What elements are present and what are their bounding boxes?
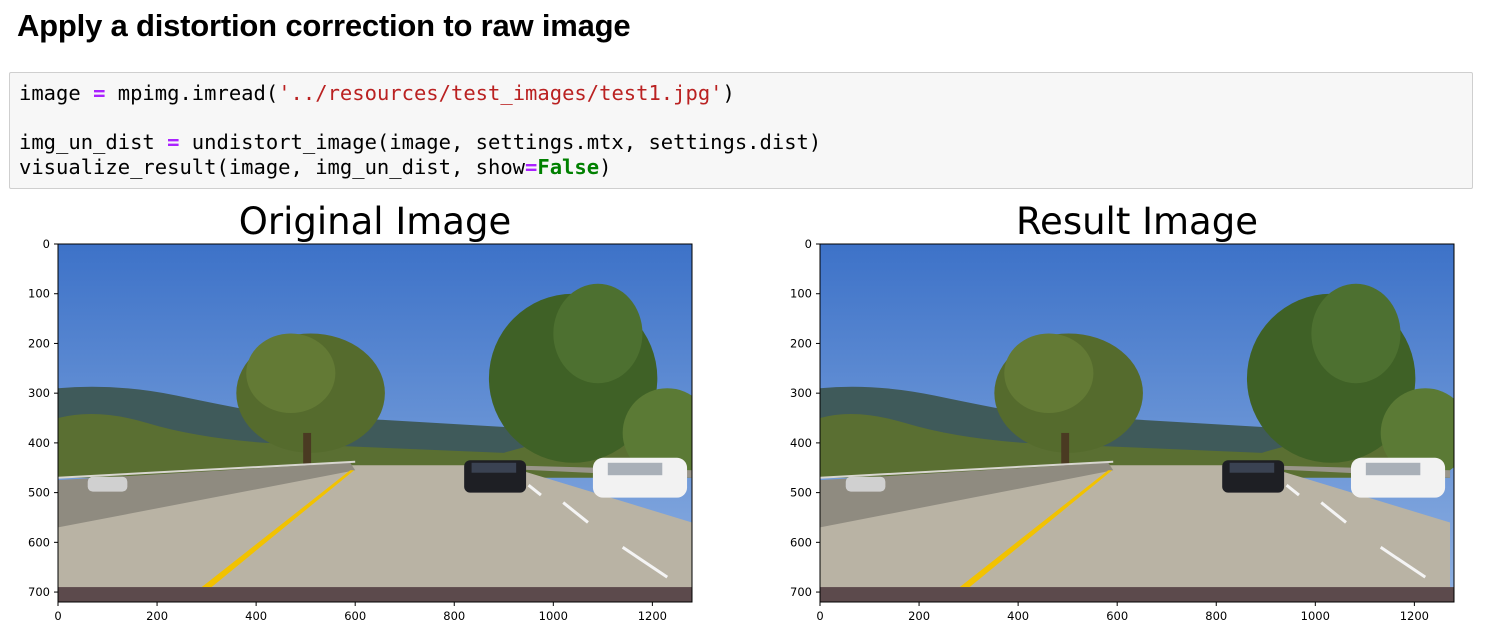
photo [820, 244, 1454, 602]
y-tick-label: 0 [43, 237, 50, 251]
y-tick-label: 300 [28, 386, 50, 400]
image-axes-svg: Result Image 0 200 400 600 800 1000 1200 0 100 200… [790, 200, 1455, 623]
x-tick-label: 1000 [1301, 609, 1330, 623]
code-line-3: visualize_result(image, img_un_dist, sho… [19, 154, 612, 179]
image-axes-svg: Original Image 0 200 400 600 800 1000 1200 0 100 2… [28, 200, 693, 623]
x-tick-label: 400 [245, 609, 267, 623]
car-hood [58, 587, 692, 602]
small-car [87, 476, 128, 492]
y-tick-label: 200 [790, 336, 812, 350]
x-tick-label: 400 [1007, 609, 1029, 623]
black-car-window [471, 462, 517, 473]
result-image-plot: Result Image 0 200 400 600 800 1000 1200 0 100 200… [760, 196, 1487, 636]
small-car [845, 476, 886, 492]
plot-title: Original Image [239, 200, 511, 243]
y-tick-label: 700 [790, 585, 812, 599]
y-tick-label: 600 [790, 535, 812, 549]
y-tick-label: 600 [28, 535, 50, 549]
x-tick-label: 600 [344, 609, 366, 623]
y-tick-label: 300 [790, 386, 812, 400]
x-tick-label: 0 [816, 609, 823, 623]
photo [58, 244, 692, 602]
x-tick-label: 800 [1205, 609, 1227, 623]
tree-right-top [553, 283, 643, 384]
tree-left-top [1004, 333, 1094, 414]
y-tick-label: 400 [28, 436, 50, 450]
x-tick-label: 800 [443, 609, 465, 623]
code-cell[interactable]: image = mpimg.imread('../resources/test_… [9, 72, 1473, 189]
white-car-window [1365, 462, 1421, 476]
page-title: Apply a distortion correction to raw ima… [17, 8, 631, 43]
code-line-2: img_un_dist = undistort_image(image, set… [19, 130, 822, 154]
y-tick-label: 200 [28, 336, 50, 350]
plot-title: Result Image [1016, 200, 1258, 243]
y-tick-label: 100 [790, 287, 812, 301]
y-tick-label: 700 [28, 585, 50, 599]
x-tick-label: 0 [54, 609, 61, 623]
y-tick-label: 100 [28, 287, 50, 301]
white-car-window [607, 462, 663, 476]
x-tick-label: 1000 [539, 609, 568, 623]
tree-right-top [1311, 283, 1401, 384]
x-tick-label: 200 [146, 609, 168, 623]
black-car-window [1229, 462, 1275, 473]
image-area [820, 244, 1454, 602]
y-tick-label: 500 [28, 486, 50, 500]
x-tick-label: 1200 [638, 609, 667, 623]
code-line-1: image = mpimg.imread('../resources/test_… [19, 81, 735, 105]
car-hood [820, 587, 1454, 602]
y-tick-label: 500 [790, 486, 812, 500]
y-tick-label: 0 [805, 237, 812, 251]
tree-left-top [246, 333, 336, 414]
image-area [58, 244, 692, 602]
original-image-plot: Original Image 0 200 400 600 800 1000 1200 0 100 2… [0, 196, 760, 636]
x-tick-label: 200 [908, 609, 930, 623]
x-tick-label: 1200 [1400, 609, 1429, 623]
y-tick-label: 400 [790, 436, 812, 450]
x-tick-label: 600 [1106, 609, 1128, 623]
code-editor[interactable]: image = mpimg.imread('../resources/test_… [19, 81, 821, 179]
